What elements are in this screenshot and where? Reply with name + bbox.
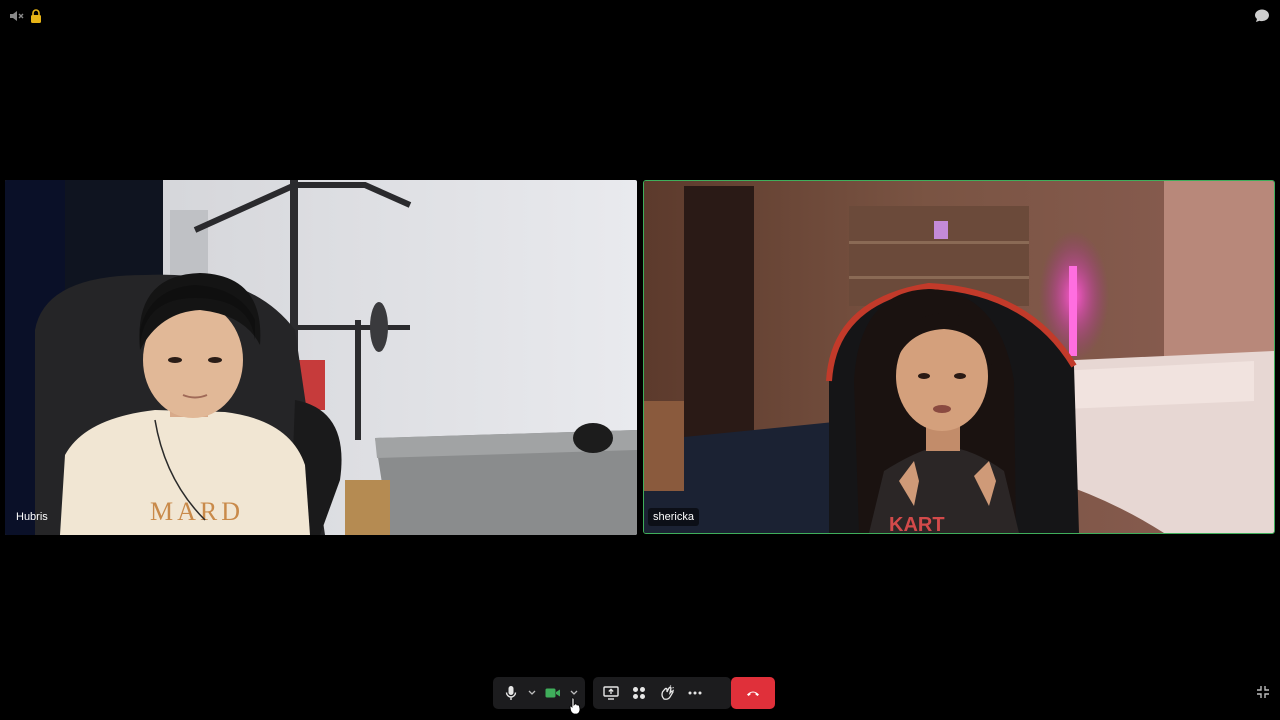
end-call-icon <box>746 684 760 702</box>
camera-icon[interactable] <box>539 679 567 707</box>
participant-name-label: Hubris <box>16 511 48 523</box>
more-icon[interactable] <box>681 679 709 707</box>
end-call-button[interactable] <box>731 677 775 709</box>
apps-grid-icon[interactable] <box>625 679 653 707</box>
reactions-icon[interactable] <box>653 679 681 707</box>
lock-icon[interactable] <box>30 9 42 23</box>
participant-tile-hubris[interactable]: MARD Hubris <box>5 180 637 535</box>
chevron-down-icon[interactable] <box>525 679 539 707</box>
share-screen-icon[interactable] <box>597 679 625 707</box>
participant-video: MARD <box>5 180 637 535</box>
participant-tile-shericka[interactable]: KART shericka <box>643 180 1275 534</box>
meeting-tools <box>593 677 731 709</box>
chat-bubble-icon[interactable] <box>1254 8 1270 29</box>
participant-video: KART <box>644 181 1274 533</box>
exit-fullscreen-icon[interactable] <box>1256 685 1270 704</box>
svg-text:KART: KART <box>889 514 945 533</box>
top-left-status <box>8 8 42 24</box>
mouse-cursor-icon <box>569 697 581 720</box>
participant-name-label: shericka <box>648 508 699 526</box>
speaker-muted-icon[interactable] <box>8 8 24 24</box>
microphone-icon[interactable] <box>497 679 525 707</box>
